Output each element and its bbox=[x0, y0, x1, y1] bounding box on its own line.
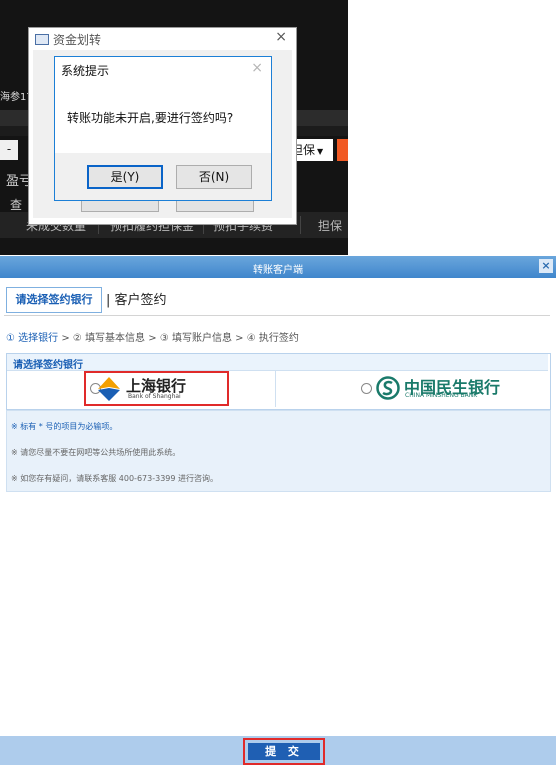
query-button[interactable]: 查 bbox=[10, 196, 22, 213]
bank-option-shanghai[interactable]: 上海银行 Bank of Shanghai bbox=[84, 371, 229, 406]
no-button[interactable]: 否(N) bbox=[176, 165, 252, 189]
radio-bank-minsheng[interactable] bbox=[361, 383, 372, 394]
transfer-client-window: 转账客户端 × 请选择签约银行 | 客户签约 ① 选择银行 > ② 填写基本信息… bbox=[0, 256, 556, 765]
chevron-down-icon: ▼ bbox=[317, 147, 324, 156]
close-icon[interactable]: × bbox=[275, 29, 287, 45]
bank-minsheng-en: CHINA MINSHENG BANK bbox=[405, 392, 478, 399]
bank-section-header: 请选择签约银行 bbox=[7, 354, 548, 371]
close-icon[interactable]: × bbox=[251, 60, 263, 76]
submit-button[interactable]: 提 交 bbox=[248, 743, 320, 760]
close-icon[interactable]: × bbox=[539, 259, 553, 273]
tab-row: 请选择签约银行 | 客户签约 bbox=[4, 283, 550, 316]
fund-dialog-title: 资金划转 bbox=[35, 31, 101, 48]
step-2: ② 填写基本信息 bbox=[72, 333, 146, 344]
tab-select-bank[interactable]: 请选择签约银行 bbox=[6, 287, 102, 313]
bank-shanghai-en: Bank of Shanghai bbox=[128, 393, 181, 400]
yes-button[interactable]: 是(Y) bbox=[87, 165, 163, 189]
dash-field[interactable]: - bbox=[0, 140, 18, 160]
tab-client-sign[interactable]: | 客户签约 bbox=[106, 289, 167, 308]
window-titlebar: 转账客户端 × bbox=[0, 256, 556, 278]
fund-dialog-title-text: 资金划转 bbox=[53, 33, 102, 47]
bank-section-title: 请选择签约银行 bbox=[13, 360, 83, 371]
step-1: ① 选择银行 bbox=[6, 333, 59, 344]
system-dialog-title: 系统提示 bbox=[61, 64, 110, 78]
step-3: ③ 填写账户信息 bbox=[159, 333, 232, 344]
bank-selection-box: 请选择签约银行 上海银行 Bank of Shanghai 中国民生银行 CHI… bbox=[6, 353, 551, 410]
step-4: ④ 执行签约 bbox=[246, 333, 299, 344]
notice-public-places: ※ 请您尽量不要在网吧等公共场所使用此系统。 bbox=[11, 448, 181, 457]
submit-button-highlight: 提 交 bbox=[243, 738, 325, 765]
step-indicator: ① 选择银行 > ② 填写基本信息 > ③ 填写账户信息 > ④ 执行签约 bbox=[6, 333, 299, 344]
system-dialog-message: 转账功能未开启,要进行签约吗? bbox=[67, 111, 234, 125]
bank-divider bbox=[275, 371, 276, 407]
notice-box: ※ 标有 * 号的项目为必输项。 ※ 请您尽量不要在网吧等公共场所使用此系统。 … bbox=[6, 410, 551, 492]
notice-contact: ※ 如您存有疑问，请联系客服 400-673-3399 进行咨询。 bbox=[11, 474, 219, 483]
bank-minsheng-logo-icon bbox=[376, 376, 400, 400]
column-separator bbox=[300, 216, 301, 234]
window-title: 转账客户端 bbox=[253, 265, 303, 276]
bank-shanghai-logo-icon bbox=[98, 377, 120, 401]
column-header-guarantee[interactable]: 担保 bbox=[318, 217, 342, 234]
window-icon bbox=[35, 34, 49, 45]
orange-action-button[interactable] bbox=[337, 139, 348, 161]
system-prompt-dialog: 系统提示 × 转账功能未开启,要进行签约吗? 是(Y) 否(N) bbox=[54, 56, 272, 201]
notice-required: ※ 标有 * 号的项目为必输项。 bbox=[11, 422, 118, 431]
